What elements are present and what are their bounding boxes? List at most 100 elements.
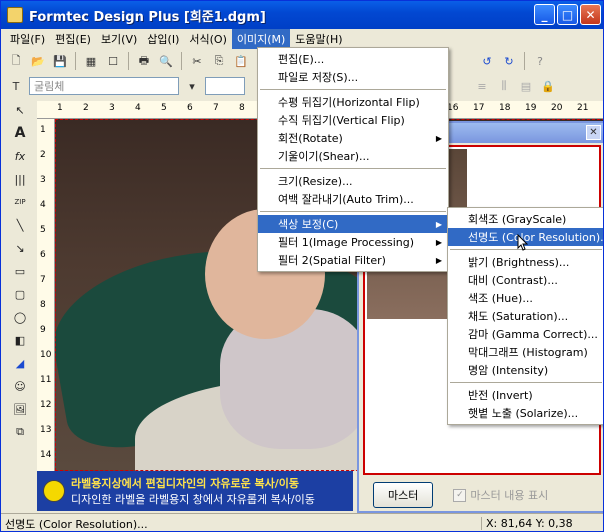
master-button[interactable]: 마스터: [373, 482, 434, 508]
menu-help[interactable]: 도움말(H): [290, 29, 347, 49]
show-master-checkbox[interactable]: ✓ 마스터 내용 표시: [453, 487, 548, 503]
save-icon[interactable]: 💾: [51, 52, 69, 70]
submenu-item-hue[interactable]: 색조 (Hue)...: [448, 289, 603, 307]
rotate-left-icon[interactable]: ↺: [478, 52, 496, 70]
submenu-arrow-icon: ▶: [435, 219, 442, 229]
text-tool-icon[interactable]: A: [10, 124, 30, 142]
submenu-item-invert[interactable]: 반전 (Invert): [448, 386, 603, 404]
menu-format[interactable]: 서식(O): [184, 29, 231, 49]
paste-icon[interactable]: 📋: [232, 52, 250, 70]
submenu-item-intensity[interactable]: 명암 (Intensity): [448, 361, 603, 379]
close-button[interactable]: ✕: [580, 4, 601, 25]
submenu-arrow-icon: ▶: [435, 237, 442, 247]
minimize-button[interactable]: _: [534, 4, 555, 25]
ruler-number: 1: [40, 125, 46, 135]
cut-icon[interactable]: ✂: [188, 52, 206, 70]
status-bar: 선명도 (Color Resolution)... X: 81,64 Y: 0,…: [1, 513, 603, 531]
ruler-number: 4: [40, 200, 46, 210]
menu-insert[interactable]: 삽입(I): [142, 29, 184, 49]
ruler-number: 4: [135, 103, 141, 113]
menu-view[interactable]: 보기(V): [96, 29, 142, 49]
print-preview-icon[interactable]: 🔍: [157, 52, 175, 70]
rotate-right-icon[interactable]: ↻: [500, 52, 518, 70]
rectangle-tool-icon[interactable]: ▭: [10, 262, 30, 280]
copy-icon[interactable]: ⎘: [210, 52, 228, 70]
align-icon[interactable]: ≡: [473, 77, 491, 95]
menu-item-hflip[interactable]: 수평 뒤집기(Horizontal Flip): [258, 93, 448, 111]
menu-item-filter2[interactable]: 필터 2(Spatial Filter) ▶: [258, 251, 448, 269]
distribute-icon[interactable]: ⫼: [495, 77, 513, 95]
maximize-button[interactable]: □: [557, 4, 578, 25]
pointer-tool-icon[interactable]: ↖: [10, 101, 30, 119]
formula-tool-icon[interactable]: fx: [10, 147, 30, 165]
child-close-icon[interactable]: ✕: [586, 125, 601, 140]
barcode-tool-icon[interactable]: |||: [10, 170, 30, 188]
ruler-number: 2: [40, 150, 46, 160]
fill-tool-icon[interactable]: ◢: [10, 354, 30, 372]
submenu-arrow-icon: ▶: [435, 133, 442, 143]
menu-bar: 파일(F) 편집(E) 보기(V) 삽입(I) 서식(O) 이미지(M) 도움말…: [1, 28, 603, 49]
menu-edit[interactable]: 편집(E): [50, 29, 96, 49]
ruler-number: 8: [239, 103, 245, 113]
menu-item-resize[interactable]: 크기(Resize)...: [258, 172, 448, 190]
menu-item-auto-trim[interactable]: 여백 잘라내기(Auto Trim)...: [258, 190, 448, 208]
page-icon[interactable]: ☐: [104, 52, 122, 70]
ellipse-tool-icon[interactable]: ◯: [10, 308, 30, 326]
submenu-item-gamma[interactable]: 감마 (Gamma Correct)...: [448, 325, 603, 343]
rounded-rect-tool-icon[interactable]: ▢: [10, 285, 30, 303]
app-icon: [7, 7, 23, 23]
lock-icon[interactable]: 🔒: [539, 77, 557, 95]
menu-item-edit[interactable]: 편집(E)...: [258, 50, 448, 68]
vertical-ruler: 1 2 3 4 5 6 7 8 9 10 11 12 13 14: [37, 119, 55, 471]
title-bar[interactable]: Formtec Design Plus [희준1.dgm] _ □ ✕: [1, 1, 603, 29]
menu-item-shear[interactable]: 기울이기(Shear)...: [258, 147, 448, 165]
image-tool-icon[interactable]: 🖼: [10, 400, 30, 418]
lightbulb-icon: [43, 480, 65, 502]
zip-code-tool-icon[interactable]: ZIP: [10, 193, 30, 211]
label-setup-icon[interactable]: ▦: [82, 52, 100, 70]
ruler-number: 17: [473, 103, 485, 113]
submenu-item-grayscale[interactable]: 회색조 (GrayScale): [448, 210, 603, 228]
drawing-toolbox: ↖ A fx ||| ZIP ╲ ↘ ▭ ▢ ◯ ◧ ◢ ☺ 🖼 ⧉: [7, 101, 33, 441]
show-master-label: 마스터 내용 표시: [470, 489, 549, 502]
ruler-number: 7: [213, 103, 219, 113]
submenu-item-solarize[interactable]: 햇볕 노출 (Solarize)...: [448, 404, 603, 422]
new-file-icon[interactable]: 🗋: [7, 52, 25, 70]
ruler-number: 14: [40, 450, 52, 460]
menu-item-rotate[interactable]: 회전(Rotate) ▶: [258, 129, 448, 147]
font-type-icon: T: [12, 79, 20, 93]
clipart-tool-icon[interactable]: ☺: [10, 377, 30, 395]
group-icon[interactable]: ▤: [517, 77, 535, 95]
gradient-tool-icon[interactable]: ◧: [10, 331, 30, 349]
menu-item-vflip[interactable]: 수직 뒤집기(Vertical Flip): [258, 111, 448, 129]
tip-line-1: 라벨용지상에서 편집디자인의 자유로운 복사/이동: [71, 477, 300, 490]
help-icon[interactable]: ?: [531, 52, 549, 70]
submenu-item-brightness[interactable]: 밝기 (Brightness)...: [448, 253, 603, 271]
menu-file[interactable]: 파일(F): [5, 29, 50, 49]
arrow-line-tool-icon[interactable]: ↘: [10, 239, 30, 257]
arrange-tool-icon[interactable]: ⧉: [10, 423, 30, 441]
dropdown-arrow-icon[interactable]: ▾: [183, 77, 201, 95]
submenu-item-contrast[interactable]: 대비 (Contrast)...: [448, 271, 603, 289]
submenu-item-saturation[interactable]: 채도 (Saturation)...: [448, 307, 603, 325]
menu-item-filter1[interactable]: 필터 1(Image Processing) ▶: [258, 233, 448, 251]
ruler-number: 8: [40, 300, 46, 310]
font-name-select[interactable]: 굴림체: [29, 77, 179, 95]
menu-item-color-correct[interactable]: 색상 보정(C) ▶: [258, 215, 448, 233]
line-tool-icon[interactable]: ╲: [10, 216, 30, 234]
ruler-number: 5: [40, 225, 46, 235]
ruler-number: 9: [40, 325, 46, 335]
status-message: 선명도 (Color Resolution)...: [5, 517, 148, 531]
submenu-item-histogram[interactable]: 막대그래프 (Histogram): [448, 343, 603, 361]
ruler-number: 3: [109, 103, 115, 113]
print-icon[interactable]: 🖶: [135, 52, 153, 70]
ruler-number: 5: [161, 103, 167, 113]
status-coords: X: 81,64 Y: 0,38: [481, 517, 573, 530]
open-folder-icon[interactable]: 📂: [29, 52, 47, 70]
font-size-select[interactable]: [205, 77, 245, 95]
menu-image[interactable]: 이미지(M): [231, 28, 291, 49]
ruler-number: 6: [187, 103, 193, 113]
ruler-number: 6: [40, 250, 46, 260]
tip-banner: 라벨용지상에서 편집디자인의 자유로운 복사/이동 디자인한 라벨을 라벨용지 …: [37, 471, 353, 511]
menu-item-save-file[interactable]: 파일로 저장(S)...: [258, 68, 448, 86]
